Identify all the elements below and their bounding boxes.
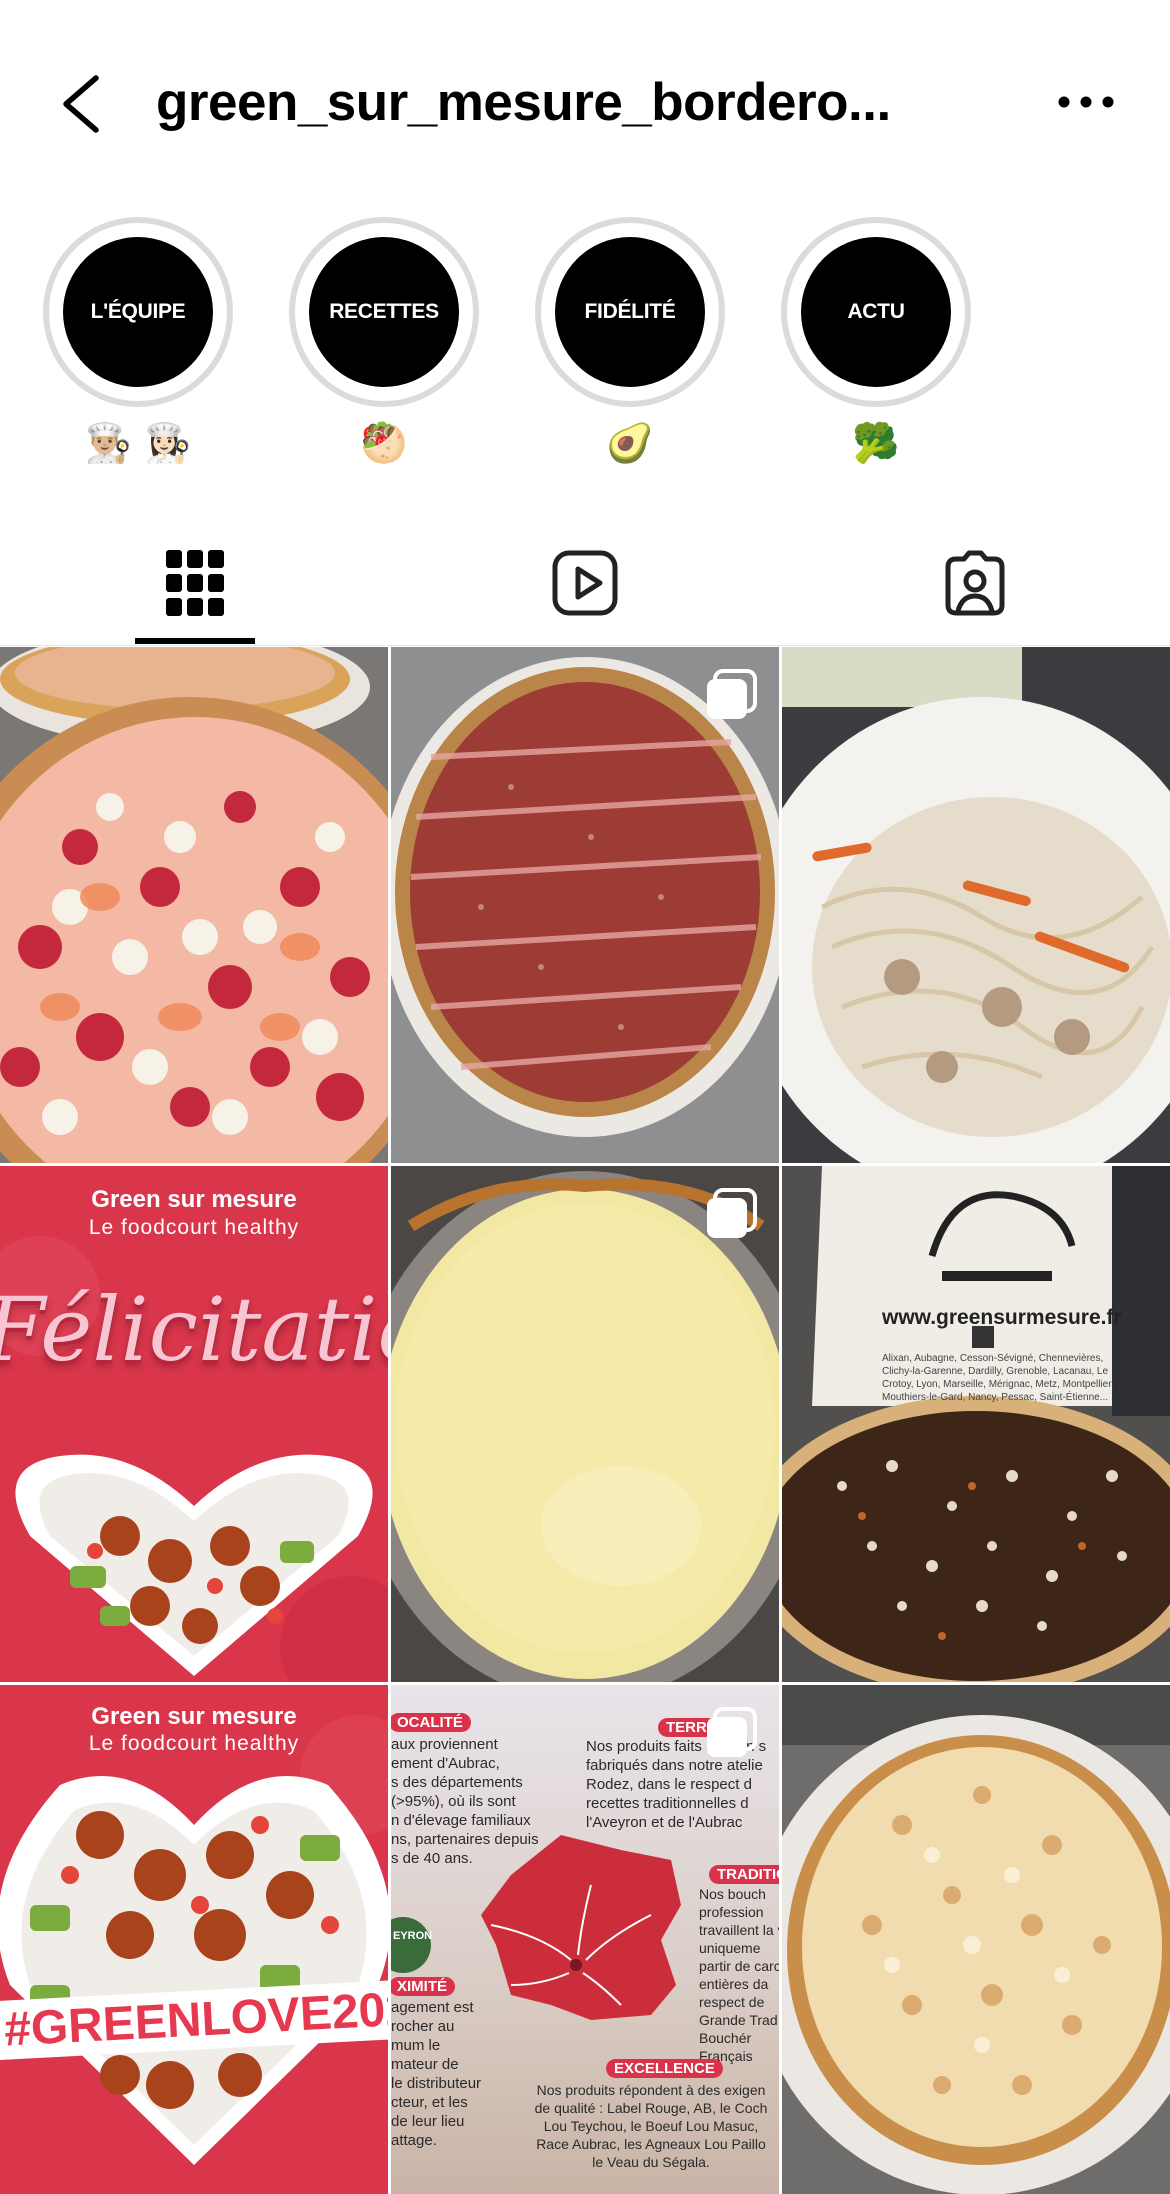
- post-thumbnail-greenlove[interactable]: Green sur mesure Le foodcourt healthy #G…: [0, 1685, 388, 2194]
- profile-header: green_sur_mesure_bordero...: [0, 0, 1170, 210]
- post-image: [391, 1166, 779, 1682]
- post-thumbnail-felicitation[interactable]: Green sur mesure Le foodcourt healthy Fé…: [0, 1166, 388, 1682]
- post-thumbnail-meringue-tart[interactable]: [782, 1685, 1170, 2194]
- bag-website: www.greensurmesure.fr: [882, 1306, 1122, 1329]
- tagged-user-icon: [945, 550, 1005, 616]
- post-thumbnail-pastry[interactable]: [391, 1166, 779, 1682]
- map-text-localite: aux proviennent ement d'Aubrac, s des dé…: [391, 1736, 539, 1867]
- profile-tabs: [0, 520, 1170, 646]
- highlight-label: RECETTES: [329, 300, 439, 323]
- post-thumbnail-chocolate-pizza[interactable]: www.greensurmesure.fr Alixan, Aubagne, C…: [782, 1166, 1170, 1682]
- highlight-ring: L'ÉQUIPE: [43, 217, 233, 407]
- highlight-equipe[interactable]: L'ÉQUIPE 👨🏼‍🍳 👩🏻‍🍳: [41, 215, 235, 475]
- brand-name: Green sur mesure: [91, 1703, 297, 1730]
- highlight-cover: RECETTES: [309, 237, 459, 387]
- highlight-emoji: 🥙: [360, 421, 408, 465]
- highlight-cover: ACTU: [801, 237, 951, 387]
- map-text-tradition: Nos bouch profession travaillent la v un…: [699, 1886, 779, 2064]
- map-text-excellence: Nos produits répondent à des exigen de q…: [534, 2082, 768, 2170]
- post-thumbnail-tart-rhubarb[interactable]: [391, 647, 779, 1163]
- post-image: [0, 647, 388, 1163]
- map-label-localite: OCALITÉ: [391, 1713, 471, 1732]
- post-image: [391, 647, 779, 1163]
- highlight-label: L'ÉQUIPE: [90, 300, 186, 323]
- tab-posts-grid[interactable]: [0, 520, 390, 646]
- highlight-actu[interactable]: ACTU 🥦: [779, 215, 973, 475]
- tab-reels[interactable]: [390, 520, 780, 646]
- brand-tagline: Le foodcourt healthy: [88, 1732, 300, 1755]
- highlight-emoji: 🥑: [606, 421, 654, 465]
- map-label-proximite: XIMITÉ: [391, 1977, 456, 1996]
- more-dots-icon: [1058, 96, 1114, 108]
- highlight-cover: FIDÉLITÉ: [555, 237, 705, 387]
- chevron-left-icon: [63, 75, 99, 133]
- reels-icon: [552, 550, 618, 616]
- multiple-images-icon: [707, 1707, 757, 1757]
- tab-tagged[interactable]: [780, 520, 1170, 646]
- more-options-button[interactable]: [1056, 80, 1116, 124]
- back-button[interactable]: [56, 68, 108, 140]
- highlight-cover: L'ÉQUIPE: [63, 237, 213, 387]
- highlight-label: FIDÉLITÉ: [584, 300, 676, 323]
- post-image: [782, 1166, 1170, 1682]
- post-image: [782, 1685, 1170, 2194]
- highlight-recettes[interactable]: RECETTES 🥙: [287, 215, 481, 475]
- multiple-images-icon: [707, 669, 757, 719]
- map-label-tradition: TRADITIO: [709, 1865, 779, 1884]
- profile-username: green_sur_mesure_bordero...: [156, 73, 891, 132]
- post-background: [0, 1685, 388, 2194]
- post-image: [782, 647, 1170, 1163]
- highlight-emoji: 👨🏼‍🍳 👩🏻‍🍳: [84, 421, 192, 465]
- badge-text: EYRON: [393, 1930, 433, 1942]
- highlight-emoji: 🥦: [852, 421, 900, 465]
- highlight-label: ACTU: [847, 300, 905, 323]
- grid-icon: [166, 550, 224, 616]
- story-highlights: L'ÉQUIPE 👨🏼‍🍳 👩🏻‍🍳 RECETTES 🥙 FIDÉLITÉ 🥑…: [0, 215, 1170, 475]
- felicitation-headline: Félicitation: [0, 1278, 388, 1381]
- multiple-images-icon: [707, 1188, 757, 1238]
- active-tab-indicator: [135, 638, 255, 644]
- map-text-proximite: agement est rocher au mum le mateur de l…: [391, 1999, 482, 2149]
- post-thumbnail-noodles[interactable]: [782, 647, 1170, 1163]
- highlight-ring: RECETTES: [289, 217, 479, 407]
- highlight-fidelite[interactable]: FIDÉLITÉ 🥑: [533, 215, 727, 475]
- brand-name: Green sur mesure: [91, 1186, 297, 1213]
- posts-grid: Green sur mesure Le foodcourt healthy Fé…: [0, 647, 1170, 2194]
- highlight-ring: FIDÉLITÉ: [535, 217, 725, 407]
- post-thumbnail-france-map[interactable]: OCALITÉ aux proviennent ement d'Aubrac, …: [391, 1685, 779, 2194]
- post-thumbnail-tart-raspberry[interactable]: [0, 647, 388, 1163]
- bag-cities: Alixan, Aubagne, Cesson-Sévigné, Chennev…: [882, 1353, 1114, 1403]
- brand-tagline: Le foodcourt healthy: [88, 1216, 300, 1239]
- map-label-excellence: EXCELLENCE: [606, 2059, 723, 2078]
- post-background: [0, 1166, 388, 1682]
- highlight-ring: ACTU: [781, 217, 971, 407]
